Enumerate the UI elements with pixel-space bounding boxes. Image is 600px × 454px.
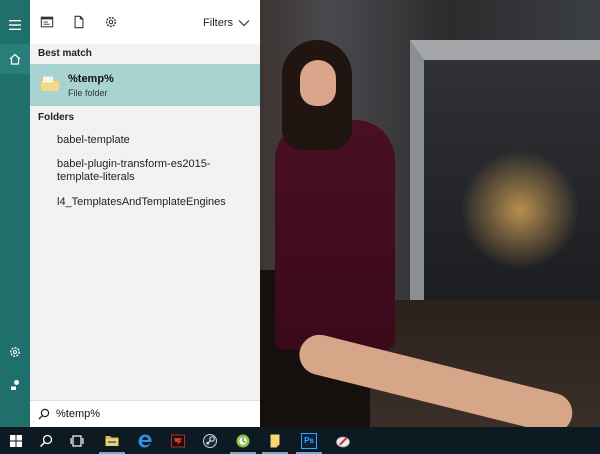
hamburger-menu-button[interactable] bbox=[0, 10, 30, 40]
settings-filter-button[interactable] bbox=[103, 14, 119, 30]
feedback-icon bbox=[11, 380, 19, 390]
task-view-icon bbox=[70, 434, 84, 447]
start-rail bbox=[0, 0, 30, 427]
search-box[interactable] bbox=[30, 400, 260, 428]
search-icon bbox=[38, 408, 50, 420]
search-icon bbox=[39, 434, 53, 447]
file-explorer-taskbar-button[interactable] bbox=[96, 427, 128, 454]
documents-filter-button[interactable] bbox=[71, 14, 87, 30]
taskbar-search-button[interactable] bbox=[30, 427, 62, 454]
search-top-bar: Filters bbox=[30, 0, 260, 44]
edge-icon bbox=[138, 434, 152, 447]
start-button[interactable] bbox=[0, 427, 32, 454]
feedback-button[interactable] bbox=[0, 370, 30, 400]
folder-result-item[interactable]: l4_TemplatesAndTemplateEngines bbox=[57, 196, 252, 209]
wallpaper-figure-dress bbox=[275, 120, 395, 350]
photoshop-icon-label: Ps bbox=[304, 436, 314, 445]
app-pen-icon bbox=[336, 436, 350, 447]
filters-label: Filters bbox=[203, 17, 233, 29]
settings-button[interactable] bbox=[0, 337, 30, 367]
steam-taskbar-button[interactable] bbox=[194, 427, 226, 454]
best-match-heading: Best match bbox=[38, 48, 92, 59]
document-icon bbox=[74, 15, 84, 29]
edge-taskbar-button[interactable] bbox=[129, 427, 161, 454]
best-match-subtitle: File folder bbox=[68, 88, 108, 98]
pen-app-taskbar-button[interactable] bbox=[327, 427, 359, 454]
best-match-title: %temp% bbox=[68, 73, 114, 85]
settings-icon bbox=[10, 347, 20, 357]
folder-icon bbox=[41, 76, 59, 91]
photoshop-icon: Ps bbox=[301, 432, 317, 449]
task-view-button[interactable] bbox=[61, 427, 93, 454]
folder-result-item[interactable]: babel-plugin-transform-es2015-template-l… bbox=[57, 158, 252, 184]
search-input[interactable] bbox=[56, 406, 251, 422]
sticky-notes-taskbar-button[interactable] bbox=[259, 427, 291, 454]
green-app-taskbar-button[interactable] bbox=[227, 427, 259, 454]
home-icon bbox=[9, 53, 21, 65]
folders-heading: Folders bbox=[38, 112, 75, 123]
sticky-notes-icon bbox=[270, 434, 280, 447]
folder-result-item[interactable]: babel-template bbox=[57, 134, 252, 147]
best-match-result[interactable]: %temp% File folder bbox=[30, 64, 260, 106]
app-window-icon bbox=[40, 16, 54, 28]
home-button[interactable] bbox=[0, 44, 30, 74]
wallpaper-fire-glow bbox=[460, 150, 580, 270]
photoshop-taskbar-button[interactable]: Ps bbox=[293, 427, 325, 454]
app-red-icon bbox=[171, 434, 185, 447]
filters-dropdown[interactable]: Filters bbox=[203, 14, 250, 32]
apps-filter-button[interactable] bbox=[39, 14, 55, 30]
chevron-down-icon bbox=[238, 20, 250, 27]
search-results-panel: Filters Best match %temp% File folder Fo… bbox=[30, 0, 260, 427]
steam-icon bbox=[203, 433, 217, 448]
wallpaper-figure-face bbox=[300, 60, 336, 106]
windows-start-icon bbox=[10, 434, 22, 447]
gear-icon bbox=[105, 16, 117, 28]
app-green-icon bbox=[236, 434, 250, 447]
taskbar: Ps bbox=[0, 427, 600, 454]
hamburger-menu-icon bbox=[9, 20, 21, 30]
file-explorer-icon bbox=[105, 435, 119, 446]
red-app-taskbar-button[interactable] bbox=[162, 427, 194, 454]
